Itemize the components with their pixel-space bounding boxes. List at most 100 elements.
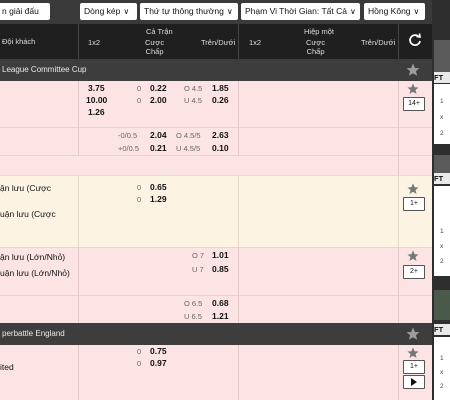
column-divider: [78, 128, 79, 156]
odds-format-label: Hồng Kông: [368, 6, 411, 16]
more-markets-button[interactable]: 2+: [403, 265, 425, 279]
column-divider: [238, 296, 239, 324]
match-row: ận lưu (Lớn/Nhỏ) uận lưu (Lớn/Nhỏ) O 7 1…: [0, 247, 432, 296]
over-under-odds[interactable]: 0.10: [212, 143, 229, 153]
handicap-line: -0/0.5: [118, 131, 138, 140]
header-divider: [78, 24, 79, 59]
refresh-icon[interactable]: [408, 33, 422, 47]
col-over-under: Trên/Dưới: [201, 38, 236, 47]
bet-type-label: Dòng kép: [84, 6, 121, 16]
column-divider: [398, 176, 399, 248]
chevron-down-icon: ∨: [226, 7, 233, 16]
fulltime-label: FT: [434, 324, 450, 335]
over-under-odds[interactable]: 1.85: [212, 83, 229, 93]
full-time-label: Cả Trận: [146, 27, 173, 36]
handicap-odds[interactable]: 0.75: [150, 346, 167, 356]
column-divider: [78, 296, 79, 324]
card-odds-label: x: [440, 243, 444, 250]
more-markets-button[interactable]: 1+: [403, 197, 425, 211]
header-divider: [398, 24, 399, 59]
match-row: 3.75 10.00 1.26 0 0.22 0 2.00 O 4.5 1.85…: [0, 81, 432, 127]
col-over-under-half: Trên/Dưới: [361, 38, 396, 47]
column-divider: [238, 128, 239, 156]
column-divider: [78, 248, 79, 296]
odds-format-dropdown[interactable]: Hồng Kông ∨: [364, 3, 425, 20]
bet-type-dropdown[interactable]: Dòng kép ∨: [80, 3, 137, 20]
chevron-down-icon: ∨: [123, 7, 130, 16]
favorite-star-icon[interactable]: [407, 183, 419, 195]
favorite-star-icon[interactable]: [407, 347, 419, 359]
favorite-star-icon[interactable]: [406, 327, 420, 341]
league-select-button[interactable]: n giải đấu: [0, 3, 50, 20]
team-name: ận lưu (Cược: [0, 183, 51, 193]
handicap-odds[interactable]: 0.21: [150, 143, 167, 153]
order-label: Thứ tự thông thường: [144, 6, 224, 16]
card-odds-label: 2: [440, 130, 444, 137]
column-divider: [398, 128, 399, 156]
over-under-odds[interactable]: 0.85: [212, 264, 229, 274]
handicap-line: 0: [137, 195, 142, 204]
handicap-line: +0/0.5: [118, 144, 140, 153]
handicap-line: 0: [137, 96, 142, 105]
column-divider: [78, 176, 79, 248]
header-divider: [238, 24, 239, 59]
over-under-odds[interactable]: 0.26: [212, 95, 229, 105]
handicap-odds[interactable]: 2.04: [150, 130, 167, 140]
over-under-odds[interactable]: 1.21: [212, 311, 229, 321]
league-name: perbattle England: [2, 329, 65, 338]
over-under-line: U 7: [192, 265, 204, 274]
match-card-image: [434, 155, 450, 175]
league-header[interactable]: perbattle England: [0, 323, 432, 345]
over-under-odds[interactable]: 2.63: [212, 130, 229, 140]
card-odds-label: 2: [440, 258, 444, 265]
handicap-odds[interactable]: 0.65: [150, 182, 167, 192]
handicap-odds[interactable]: 2.00: [150, 95, 167, 105]
handicap-odds[interactable]: 0.22: [150, 83, 167, 93]
column-divider: [238, 248, 239, 296]
favorite-star-icon[interactable]: [407, 83, 419, 95]
order-dropdown[interactable]: Thứ tự thông thường ∨: [140, 3, 238, 20]
match-row: ited 0 0.75 0 0.97 1+: [0, 345, 432, 400]
card-odds-label: x: [440, 114, 444, 121]
odds-column-header: Đội khách Cả Trận Hiệp một 1x2 Cược Chấp…: [0, 24, 432, 59]
over-under-line: O 7: [192, 251, 205, 260]
column-divider: [398, 156, 399, 176]
league-name: League Committee Cup: [2, 65, 87, 74]
column-divider: [398, 296, 399, 324]
match-row-spacer: [0, 155, 432, 176]
over-under-line: U 4.5/5: [176, 144, 201, 153]
match-row: O 6.5 0.68 U 6.5 1.21: [0, 295, 432, 324]
time-range-dropdown[interactable]: Phạm Vi Thời Gian: Tất Cả ∨: [241, 3, 360, 20]
favorite-star-icon[interactable]: [406, 63, 420, 77]
odds-x[interactable]: 10.00: [86, 95, 107, 105]
odds-1[interactable]: 3.75: [88, 83, 105, 93]
column-divider: [238, 176, 239, 248]
first-half-label: Hiệp một: [304, 27, 335, 36]
chevron-down-icon: ∨: [413, 7, 420, 16]
team-name: ited: [0, 362, 14, 372]
column-divider: [398, 345, 399, 400]
favorite-star-icon[interactable]: [407, 250, 419, 262]
handicap-line: 0: [137, 359, 142, 368]
col-1x2: 1x2: [88, 38, 101, 47]
team-name: uận lưu (Lớn/Nhỏ): [0, 268, 70, 278]
more-markets-button[interactable]: 1+: [403, 360, 425, 374]
col-1x2-half: 1x2: [249, 38, 262, 47]
fulltime-label: FT: [434, 72, 450, 83]
col-handicap: Cược Chấp: [145, 38, 165, 56]
handicap-odds[interactable]: 0.97: [150, 358, 167, 368]
column-divider: [78, 345, 79, 400]
odds-2[interactable]: 1.26: [88, 107, 105, 117]
more-markets-button[interactable]: 14+: [403, 97, 425, 111]
league-header[interactable]: League Committee Cup: [0, 59, 432, 81]
match-row: -0/0.5 2.04 +0/0.5 0.21 O 4.5/5 2.63 U 4…: [0, 127, 432, 156]
over-under-line: O 4.5: [184, 84, 203, 93]
over-under-line: U 4.5: [184, 96, 202, 105]
handicap-odds[interactable]: 1.29: [150, 194, 167, 204]
column-divider: [398, 248, 399, 296]
over-under-line: U 6.5: [184, 312, 202, 321]
card-odds-label: x: [440, 369, 444, 376]
over-under-odds[interactable]: 0.68: [212, 298, 229, 308]
over-under-odds[interactable]: 1.01: [212, 250, 229, 260]
play-video-button[interactable]: [403, 375, 425, 389]
